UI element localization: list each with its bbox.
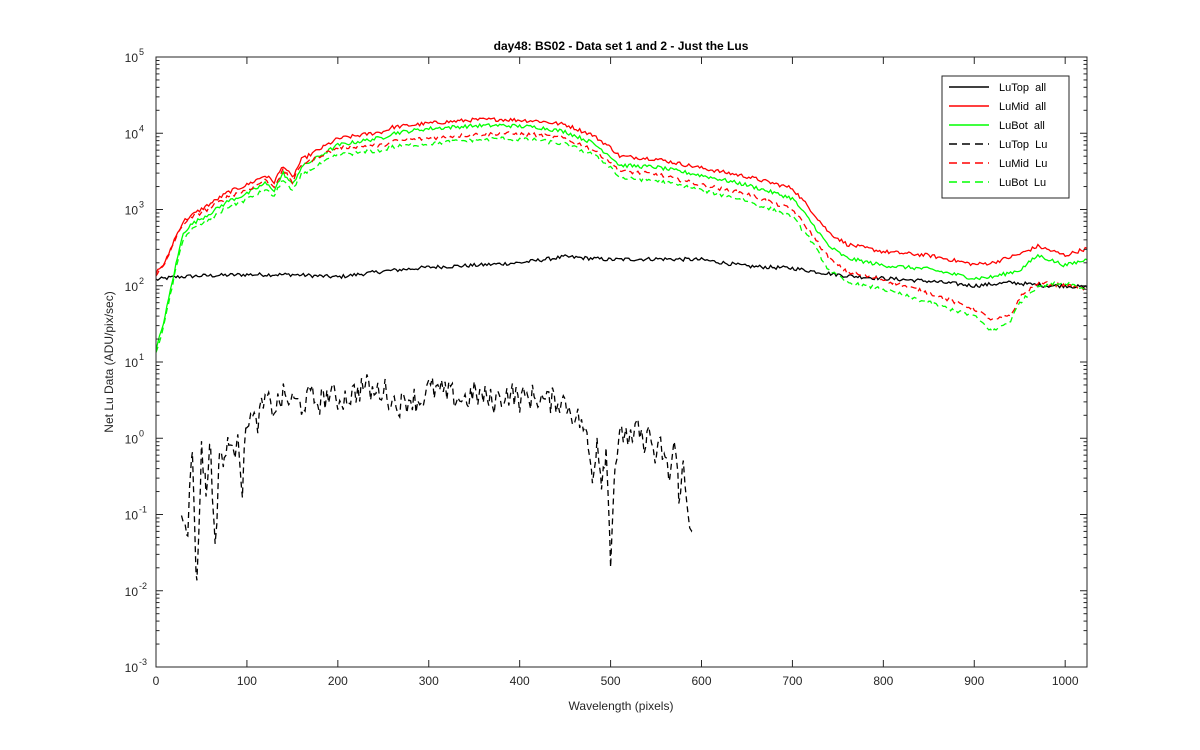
x-tick-label: 1000 <box>1052 674 1079 688</box>
y-tick-label-exponent: -2 <box>139 581 147 591</box>
x-tick-label: 700 <box>782 674 802 688</box>
y-tick-label: 10 <box>125 356 139 370</box>
x-tick-label: 800 <box>873 674 893 688</box>
x-tick-label: 200 <box>328 674 348 688</box>
y-tick-label-exponent: 0 <box>139 428 144 438</box>
legend-entry-label: LuBot Lu <box>999 177 1046 189</box>
x-axis-label: Wavelength (pixels) <box>569 699 674 713</box>
chart-title: day48: BS02 - Data set 1 and 2 - Just th… <box>494 39 749 53</box>
legend-entry-label: LuMid all <box>999 101 1046 113</box>
chart: day48: BS02 - Data set 1 and 2 - Just th… <box>0 0 1200 750</box>
y-tick-label-exponent: 4 <box>139 123 144 133</box>
y-tick-label-exponent: -1 <box>139 505 147 515</box>
x-tick-label: 0 <box>153 674 160 688</box>
y-tick-label-exponent: -3 <box>139 657 147 667</box>
x-tick-label: 500 <box>601 674 621 688</box>
x-tick-label: 300 <box>419 674 439 688</box>
y-tick-label-exponent: 5 <box>139 47 144 57</box>
x-tick-label: 100 <box>237 674 257 688</box>
y-tick-label: 10 <box>125 661 139 675</box>
legend-entry-label: LuTop Lu <box>999 139 1047 151</box>
y-tick-label: 10 <box>125 51 139 65</box>
y-tick-label: 10 <box>125 280 139 294</box>
x-tick-label: 900 <box>964 674 984 688</box>
y-tick-label: 10 <box>125 509 139 523</box>
y-tick-label-exponent: 1 <box>139 352 144 362</box>
legend-entry-label: LuTop all <box>999 82 1046 94</box>
y-tick-label-exponent: 2 <box>139 276 144 286</box>
y-tick-label: 10 <box>125 127 139 141</box>
legend-entry-label: LuMid Lu <box>999 158 1047 170</box>
y-tick-label: 10 <box>125 585 139 599</box>
x-tick-label: 600 <box>691 674 711 688</box>
legend: LuTop all LuMid all LuBot all LuTop Lu LuMid… <box>941 75 1070 199</box>
y-tick-label-exponent: 3 <box>139 200 144 210</box>
y-axis-label: Net Lu Data (ADU/pix/sec) <box>102 291 116 432</box>
x-tick-label: 400 <box>510 674 530 688</box>
legend-entry-label: LuBot all <box>999 120 1045 132</box>
y-tick-label: 10 <box>125 432 139 446</box>
y-tick-label: 10 <box>125 204 139 218</box>
